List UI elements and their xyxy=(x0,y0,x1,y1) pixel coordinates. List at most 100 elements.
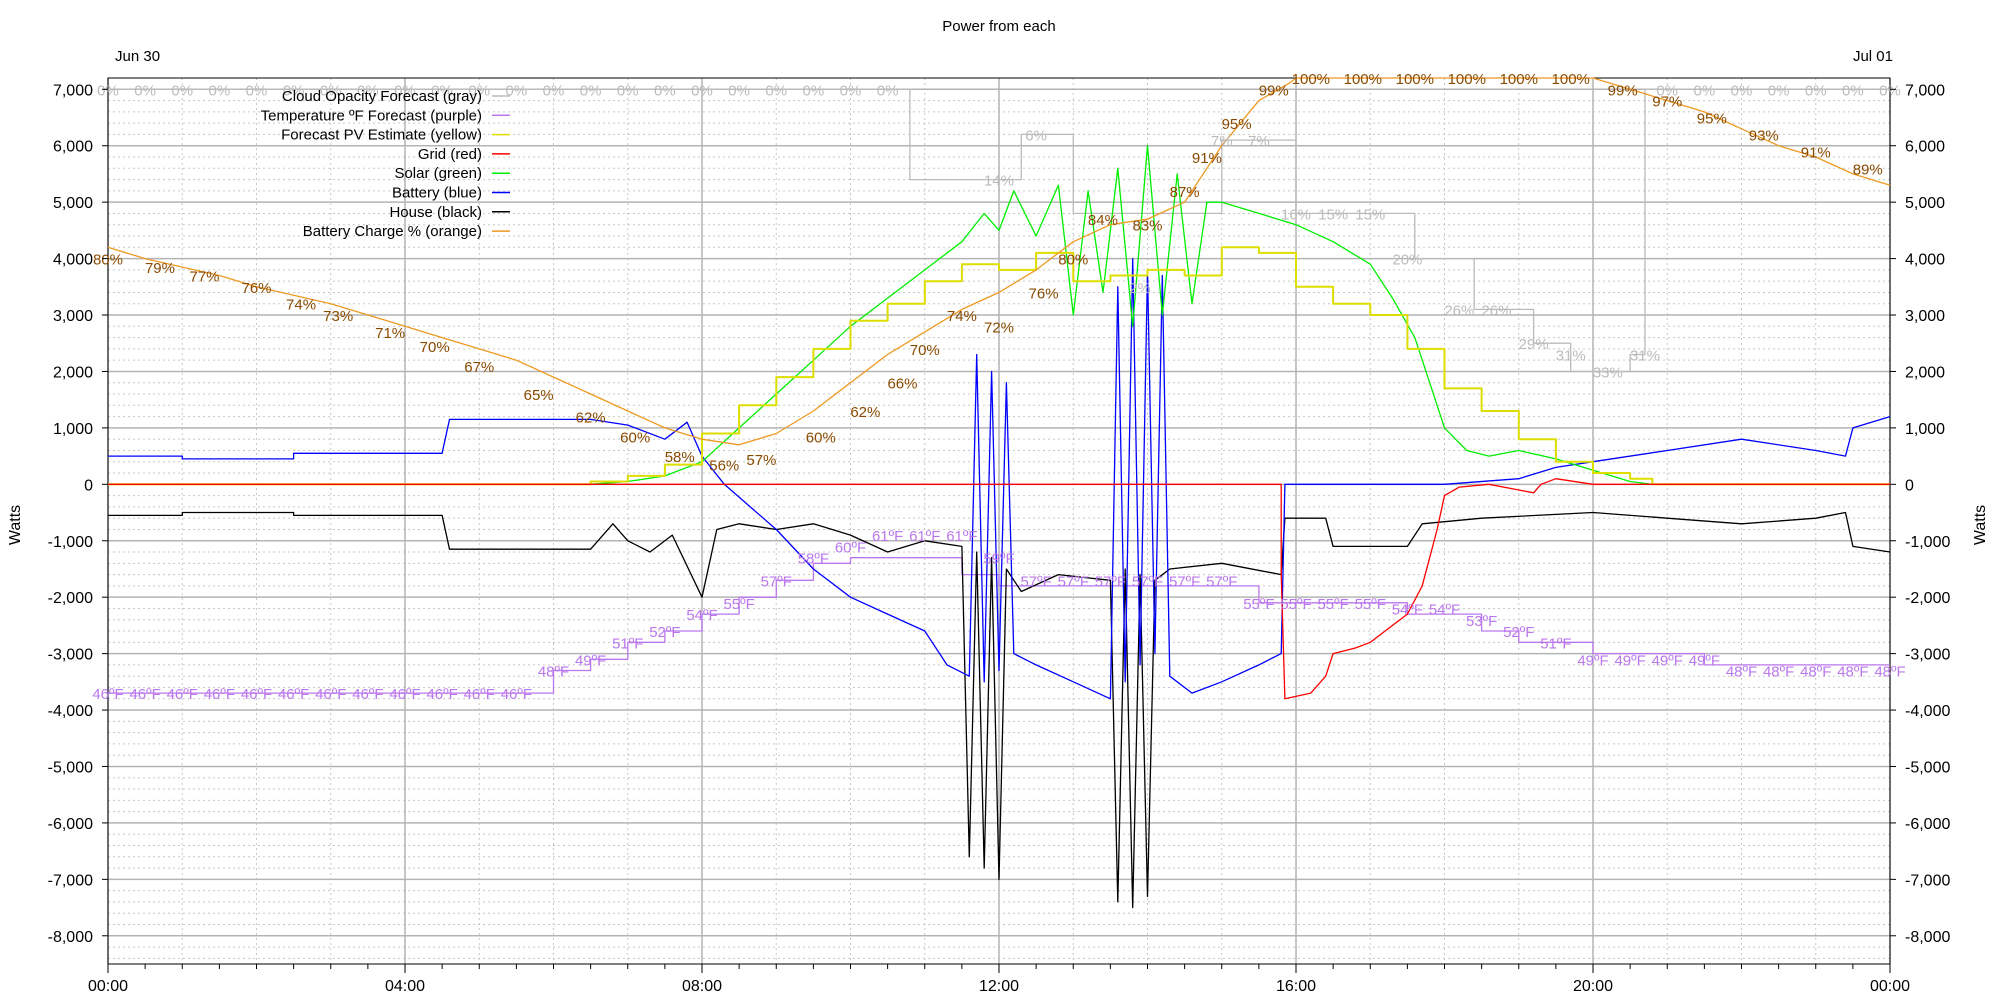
end-date-label: Jul 01 xyxy=(1853,48,1893,65)
data-label: 99% xyxy=(1259,82,1289,99)
y-tick-label-right: 6,000 xyxy=(1905,139,1945,156)
legend-label: Grid (red) xyxy=(418,146,482,163)
data-label: 77% xyxy=(190,269,220,286)
y-tick-label-left: 3,000 xyxy=(53,308,93,325)
data-label: 46ºF xyxy=(389,686,420,703)
data-label: 60% xyxy=(806,429,836,446)
data-label: 58ºF xyxy=(798,551,829,568)
data-label: 0% xyxy=(171,82,193,99)
data-label: 0% xyxy=(728,82,750,99)
x-tick-label: 08:00 xyxy=(682,978,722,995)
data-label: 57ºF xyxy=(1058,573,1089,590)
data-label: 61ºF xyxy=(909,528,940,545)
data-label: 53ºF xyxy=(1466,613,1497,630)
y-tick-label-right: 2,000 xyxy=(1905,364,1945,381)
y-tick-label-right: -6,000 xyxy=(1905,816,1950,833)
data-label: 70% xyxy=(910,342,940,359)
data-label: 60% xyxy=(620,429,650,446)
y-tick-label-right: -4,000 xyxy=(1905,703,1950,720)
legend-label: Cloud Opacity Forecast (gray) xyxy=(282,88,482,105)
data-label: 100% xyxy=(1448,71,1486,88)
data-label: 7% xyxy=(1248,133,1270,150)
data-label: 93% xyxy=(1749,127,1779,144)
data-label: 100% xyxy=(1552,71,1590,88)
data-label: 0% xyxy=(803,82,825,99)
data-label: 54ºF xyxy=(686,607,717,624)
data-label: 51ºF xyxy=(1540,635,1571,652)
data-label: 84% xyxy=(1088,212,1118,229)
x-tick-label: 00:00 xyxy=(1870,978,1910,995)
data-label: 6% xyxy=(1025,127,1047,144)
data-label: 76% xyxy=(1029,285,1059,302)
data-label: 100% xyxy=(1292,71,1330,88)
data-label: 57ºF xyxy=(1206,573,1237,590)
data-label: 66% xyxy=(887,376,917,393)
y-tick-label-left: 2,000 xyxy=(53,364,93,381)
data-label: 46ºF xyxy=(352,686,383,703)
data-label: 70% xyxy=(420,339,450,356)
legend-label: Battery (blue) xyxy=(392,185,482,202)
data-label: 20% xyxy=(1392,252,1422,269)
data-label: 100% xyxy=(1500,71,1538,88)
data-label: 57ºF xyxy=(1020,573,1051,590)
y-tick-label-left: -8,000 xyxy=(48,929,93,946)
data-label: 74% xyxy=(286,297,316,314)
y-tick-label-right: 0 xyxy=(1905,477,1914,494)
data-label: 76% xyxy=(241,280,271,297)
data-label: 0% xyxy=(765,82,787,99)
data-label: 0% xyxy=(1805,82,1827,99)
data-label: 59ºF xyxy=(983,551,1014,568)
data-label: 79% xyxy=(145,260,175,277)
y-tick-label-right: 7,000 xyxy=(1905,82,1945,99)
data-label: 49ºF xyxy=(1652,652,1683,669)
data-label: 0% xyxy=(580,82,602,99)
data-label: 55ºF xyxy=(723,596,754,613)
data-label: 46ºF xyxy=(315,686,346,703)
legend-label: Solar (green) xyxy=(394,165,482,182)
data-label: 56% xyxy=(709,458,739,475)
data-label: 62% xyxy=(850,404,880,421)
data-label: 15% xyxy=(1355,206,1385,223)
data-label: 0% xyxy=(617,82,639,99)
data-label: 0% xyxy=(1731,82,1753,99)
data-label: 55ºF xyxy=(1355,596,1386,613)
x-tick-label: 20:00 xyxy=(1573,978,1613,995)
data-label: 0% xyxy=(654,82,676,99)
data-label: 80% xyxy=(93,252,123,269)
data-label: 0% xyxy=(877,82,899,99)
start-date-label: Jun 30 xyxy=(115,48,160,65)
data-label: 49ºF xyxy=(1577,652,1608,669)
data-label: 2% xyxy=(1129,280,1151,297)
data-label: 55ºF xyxy=(1243,596,1274,613)
data-label: 0% xyxy=(1879,82,1901,99)
y-tick-label-left: 6,000 xyxy=(53,139,93,156)
y-axis-label-left: Watts xyxy=(7,505,24,545)
data-label: 48ºF xyxy=(538,664,569,681)
power-chart: 0% 0% 0% 0% 0% 0% 0% 0% 0% 0% 0% 0% 0% 0% 0% 0% 0% 0% 0% 0%… xyxy=(0,0,2000,1000)
y-tick-label-right: 1,000 xyxy=(1905,421,1945,438)
data-label: 91% xyxy=(1801,144,1831,161)
y-tick-label-right: -1,000 xyxy=(1905,534,1950,551)
data-label: 83% xyxy=(1132,218,1162,235)
data-label: 46ºF xyxy=(204,686,235,703)
data-label: 89% xyxy=(1853,161,1883,178)
y-axis-label-right: Watts xyxy=(1972,505,1989,545)
data-label: 46ºF xyxy=(241,686,272,703)
y-tick-label-right: -8,000 xyxy=(1905,929,1950,946)
y-tick-label-left: 7,000 xyxy=(53,82,93,99)
data-label: 73% xyxy=(323,308,353,325)
y-tick-label-left: 1,000 xyxy=(53,421,93,438)
data-label: 0% xyxy=(1842,82,1864,99)
data-label: 15% xyxy=(1318,206,1348,223)
y-tick-label-right: -7,000 xyxy=(1905,872,1950,889)
data-label: 0% xyxy=(209,82,231,99)
data-label: 54ºF xyxy=(1392,601,1423,618)
y-tick-label-right: 3,000 xyxy=(1905,308,1945,325)
chart-title: Power from each xyxy=(942,18,1055,35)
data-label: 48ºF xyxy=(1726,664,1757,681)
y-tick-label-left: 4,000 xyxy=(53,252,93,269)
data-label: 97% xyxy=(1652,94,1682,111)
y-tick-label-left: -7,000 xyxy=(48,872,93,889)
data-label: 57% xyxy=(746,452,776,469)
data-label: 61ºF xyxy=(872,528,903,545)
